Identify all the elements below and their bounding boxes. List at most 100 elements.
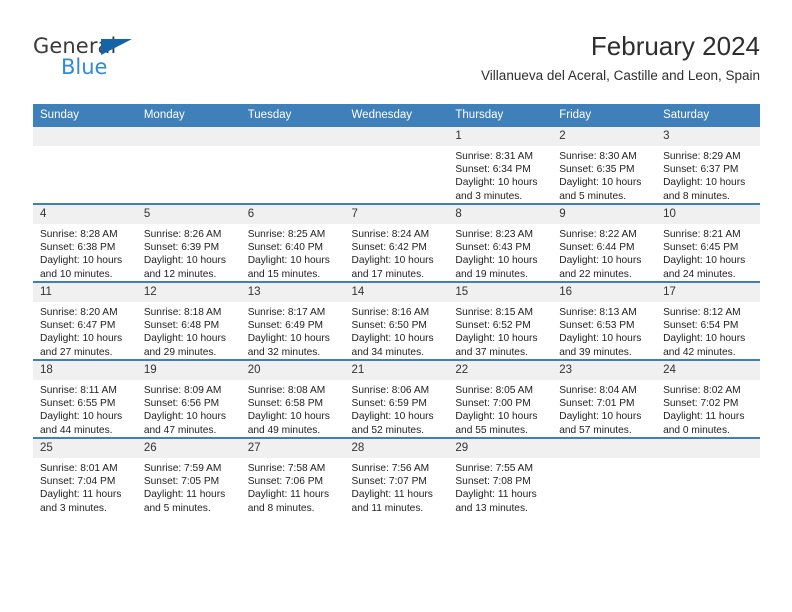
calendar-cell-empty [656, 437, 760, 515]
weekday-header-friday: Friday [552, 104, 657, 127]
weekday-header: Sunday Monday Tuesday Wednesday Thursday Frid… [33, 104, 760, 127]
day-details: Sunrise: 8:17 AM Sunset: 6:49 PM Daylight:… [241, 302, 345, 359]
calendar-day-cell[interactable]: 29 Sunrise: 7:55 AM Sunset: 7:08 PM Dayligh… [448, 437, 553, 515]
day-number [552, 439, 657, 458]
calendar-cell-empty [33, 127, 137, 204]
sunset-text: Sunset: 6:50 PM [351, 320, 427, 332]
day-number: 27 [240, 439, 345, 458]
calendar-day-cell[interactable]: 18 Sunrise: 8:11 AM Sunset: 6:55 PM Dayligh… [33, 359, 137, 438]
calendar-day-cell[interactable]: 3 Sunrise: 8:29 AM Sunset: 6:37 PM Daylight… [656, 127, 760, 204]
calendar-cell-empty [240, 127, 345, 204]
weekday-header-thursday: Thursday [448, 104, 553, 127]
daylight-text: Daylight: 10 hours and 19 minutes. [455, 255, 538, 280]
calendar-day-cell[interactable]: 14 Sunrise: 8:16 AM Sunset: 6:50 PM Dayligh… [344, 281, 449, 360]
day-number [240, 127, 345, 146]
day-number: 11 [33, 283, 137, 302]
daylight-text: Daylight: 10 hours and 39 minutes. [559, 333, 642, 358]
day-number: 4 [33, 205, 137, 224]
calendar-day-cell[interactable]: 8 Sunrise: 8:23 AM Sunset: 6:43 PM Daylight… [448, 203, 553, 282]
calendar-day-cell[interactable]: 17 Sunrise: 8:12 AM Sunset: 6:54 PM Dayligh… [656, 281, 760, 360]
day-details: Sunrise: 8:16 AM Sunset: 6:50 PM Daylight:… [345, 302, 449, 359]
day-number [33, 127, 137, 146]
calendar-day-cell[interactable]: 28 Sunrise: 7:56 AM Sunset: 7:07 PM Dayligh… [344, 437, 449, 515]
day-number: 12 [136, 283, 241, 302]
day-number: 15 [448, 283, 553, 302]
sunset-text: Sunset: 6:55 PM [40, 398, 116, 410]
day-number [136, 127, 241, 146]
sunset-text: Sunset: 7:05 PM [143, 476, 220, 488]
calendar-day-cell[interactable]: 26 Sunrise: 7:59 AM Sunset: 7:05 PM Dayligh… [136, 437, 241, 515]
calendar-day-cell[interactable]: 27 Sunrise: 7:58 AM Sunset: 7:06 PM Dayligh… [240, 437, 345, 515]
calendar-day-cell[interactable]: 6 Sunrise: 8:25 AM Sunset: 6:40 PM Daylight… [240, 203, 345, 282]
daylight-text: Daylight: 10 hours and 42 minutes. [663, 333, 746, 358]
calendar-day-cell[interactable]: 16 Sunrise: 8:13 AM Sunset: 6:53 PM Dayligh… [552, 281, 657, 360]
calendar-day-cell[interactable]: 19 Sunrise: 8:09 AM Sunset: 6:56 PM Dayligh… [136, 359, 241, 438]
day-number: 20 [240, 361, 345, 380]
day-details: Sunrise: 8:26 AM Sunset: 6:39 PM Daylight:… [137, 224, 241, 281]
calendar-day-cell[interactable]: 22 Sunrise: 8:05 AM Sunset: 7:00 PM Dayligh… [448, 359, 553, 438]
calendar-day-cell[interactable]: 25 Sunrise: 8:01 AM Sunset: 7:04 PM Dayligh… [33, 437, 137, 515]
sunset-text: Sunset: 7:01 PM [559, 398, 635, 410]
day-number: 3 [656, 127, 760, 146]
calendar-day-cell[interactable]: 9 Sunrise: 8:22 AM Sunset: 6:44 PM Daylight… [552, 203, 657, 282]
sunrise-text: Sunrise: 8:24 AM [351, 229, 430, 240]
day-number: 21 [344, 361, 449, 380]
day-number: 16 [552, 283, 657, 302]
calendar-day-cell[interactable]: 2 Sunrise: 8:30 AM Sunset: 6:35 PM Daylight… [552, 127, 657, 204]
calendar-page: General Blue February 2024 Villanueva de… [0, 0, 792, 612]
daylight-text: Daylight: 10 hours and 29 minutes. [143, 333, 226, 358]
sunset-text: Sunset: 6:59 PM [351, 398, 427, 410]
sunrise-text: Sunrise: 8:25 AM [247, 229, 326, 240]
day-details: Sunrise: 8:31 AM Sunset: 6:34 PM Daylight:… [448, 146, 552, 203]
calendar-week-row: 18 Sunrise: 8:11 AM Sunset: 6:55 PM Dayligh… [33, 359, 760, 438]
day-number: 25 [33, 439, 137, 458]
calendar-day-cell[interactable]: 5 Sunrise: 8:26 AM Sunset: 6:39 PM Daylight… [136, 203, 241, 282]
daylight-text: Daylight: 10 hours and 22 minutes. [559, 255, 642, 280]
sunrise-text: Sunrise: 8:20 AM [40, 307, 118, 318]
day-number [344, 127, 449, 146]
logo-text-blue: Blue [61, 55, 108, 79]
sunrise-text: Sunrise: 8:16 AM [351, 307, 430, 318]
calendar-day-cell[interactable]: 24 Sunrise: 8:02 AM Sunset: 7:02 PM Dayligh… [656, 359, 760, 438]
calendar-day-cell[interactable]: 1 Sunrise: 8:31 AM Sunset: 6:34 PM Daylight… [448, 127, 553, 204]
sunrise-text: Sunrise: 7:56 AM [351, 463, 430, 474]
day-details: Sunrise: 8:05 AM Sunset: 7:00 PM Daylight:… [448, 380, 552, 437]
general-blue-logo[interactable]: General Blue [33, 34, 163, 88]
calendar-day-cell[interactable]: 20 Sunrise: 8:08 AM Sunset: 6:58 PM Dayligh… [240, 359, 345, 438]
day-number: 19 [136, 361, 241, 380]
calendar-day-cell[interactable]: 4 Sunrise: 8:28 AM Sunset: 6:38 PM Daylight… [33, 203, 137, 282]
page-subtitle: Villanueva del Aceral, Castille and Leon… [481, 68, 760, 83]
calendar-day-cell[interactable]: 12 Sunrise: 8:18 AM Sunset: 6:48 PM Dayligh… [136, 281, 241, 360]
calendar-week-row: 1 Sunrise: 8:31 AM Sunset: 6:34 PM Daylight… [33, 127, 760, 204]
calendar-day-cell[interactable]: 11 Sunrise: 8:20 AM Sunset: 6:47 PM Dayligh… [33, 281, 137, 360]
sunrise-text: Sunrise: 7:55 AM [455, 463, 533, 474]
daylight-text: Daylight: 10 hours and 8 minutes. [663, 177, 746, 202]
daylight-text: Daylight: 10 hours and 37 minutes. [455, 333, 538, 358]
day-number: 28 [344, 439, 449, 458]
day-number: 6 [240, 205, 345, 224]
sunset-text: Sunset: 6:45 PM [663, 242, 739, 254]
calendar-week-row: 4 Sunrise: 8:28 AM Sunset: 6:38 PM Daylight… [33, 203, 760, 282]
calendar-day-cell[interactable]: 10 Sunrise: 8:21 AM Sunset: 6:45 PM Dayligh… [656, 203, 760, 282]
sunset-text: Sunset: 6:34 PM [455, 164, 531, 176]
day-details: Sunrise: 8:11 AM Sunset: 6:55 PM Daylight:… [33, 380, 137, 437]
sunset-text: Sunset: 6:58 PM [247, 398, 324, 410]
daylight-text: Daylight: 11 hours and 8 minutes. [247, 489, 330, 514]
calendar-day-cell[interactable]: 21 Sunrise: 8:06 AM Sunset: 6:59 PM Dayligh… [344, 359, 449, 438]
calendar-day-cell[interactable]: 7 Sunrise: 8:24 AM Sunset: 6:42 PM Daylight… [344, 203, 449, 282]
page-title: February 2024 [590, 31, 760, 61]
calendar-week-row: 25 Sunrise: 8:01 AM Sunset: 7:04 PM Dayligh… [33, 437, 760, 515]
daylight-text: Daylight: 10 hours and 10 minutes. [40, 255, 123, 280]
daylight-text: Daylight: 10 hours and 34 minutes. [351, 333, 434, 358]
logo-triangle-icon [101, 39, 132, 55]
day-details: Sunrise: 8:18 AM Sunset: 6:48 PM Daylight:… [137, 302, 241, 359]
sunset-text: Sunset: 6:42 PM [351, 242, 427, 254]
sunrise-text: Sunrise: 8:18 AM [143, 307, 222, 318]
sunset-text: Sunset: 7:00 PM [455, 398, 531, 410]
sunset-text: Sunset: 7:06 PM [247, 476, 324, 488]
sunset-text: Sunset: 7:02 PM [663, 398, 739, 410]
calendar-day-cell[interactable]: 15 Sunrise: 8:15 AM Sunset: 6:52 PM Dayligh… [448, 281, 553, 360]
calendar-day-cell[interactable]: 23 Sunrise: 8:04 AM Sunset: 7:01 PM Dayligh… [552, 359, 657, 438]
calendar-day-cell[interactable]: 13 Sunrise: 8:17 AM Sunset: 6:49 PM Dayligh… [240, 281, 345, 360]
day-details: Sunrise: 8:25 AM Sunset: 6:40 PM Daylight:… [241, 224, 345, 281]
